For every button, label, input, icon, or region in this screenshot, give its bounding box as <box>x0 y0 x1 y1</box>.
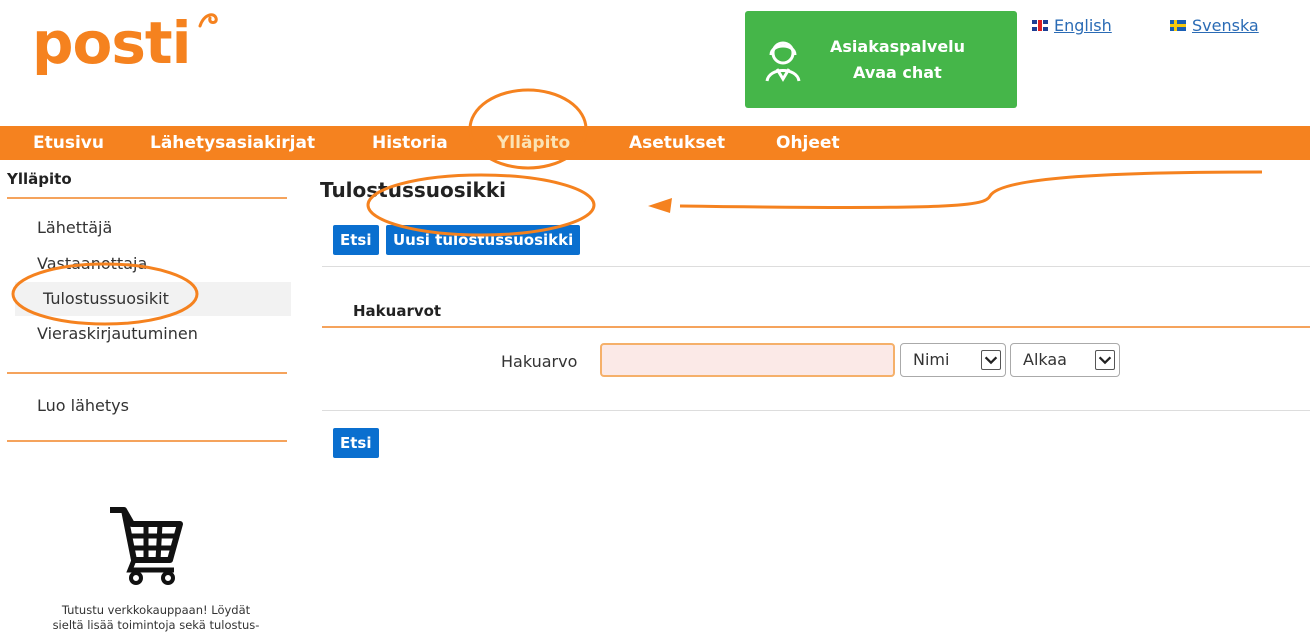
match-mode-value: Alkaa <box>1023 350 1067 369</box>
nav-item-yllapito[interactable]: Ylläpito <box>497 126 570 160</box>
headset-icon <box>765 41 801 82</box>
sidebar-divider <box>7 440 287 442</box>
sidebar-title: Ylläpito <box>7 170 72 188</box>
content-divider <box>322 266 1310 267</box>
posti-logo[interactable]: posti <box>32 12 191 74</box>
chevron-down-icon <box>981 350 1001 370</box>
webshop-promo-text: Tutustu verkkokauppaan! Löydät sieltä li… <box>22 603 290 633</box>
language-swedish[interactable]: Svenska <box>1170 16 1259 35</box>
shopping-cart-icon[interactable] <box>108 504 186 586</box>
nav-item-asetukset[interactable]: Asetukset <box>629 126 725 160</box>
language-english[interactable]: English <box>1032 16 1112 35</box>
chevron-down-icon <box>1095 350 1115 370</box>
new-print-favorite-button[interactable]: Uusi tulostussuosikki <box>386 225 581 255</box>
page-title: Tulostussuosikki <box>320 178 506 202</box>
content-divider <box>322 410 1310 411</box>
english-link[interactable]: English <box>1054 16 1112 35</box>
nav-item-etusivu[interactable]: Etusivu <box>33 126 104 160</box>
sidebar-divider <box>7 197 287 199</box>
annotation-arrow-line <box>679 170 1263 210</box>
annotation-arrowhead-icon <box>648 198 672 213</box>
sidebar-item-tulostussuosikit[interactable]: Tulostussuosikit <box>15 282 291 316</box>
svenska-link[interactable]: Svenska <box>1192 16 1259 35</box>
search-field-select[interactable]: Nimi <box>900 343 1006 377</box>
search-value-label: Hakuarvo <box>501 352 578 371</box>
search-button[interactable]: Etsi <box>333 225 379 255</box>
sidebar-item-lahettaja[interactable]: Lähettäjä <box>37 218 112 237</box>
annotation-overlay <box>11 88 1263 326</box>
se-flag-icon <box>1170 20 1186 31</box>
sidebar-item-vastaanottaja[interactable]: Vastaanottaja <box>37 254 147 273</box>
customer-service-chat-button[interactable]: Asiakaspalvelu Avaa chat <box>745 11 1017 108</box>
chat-subtitle: Avaa chat <box>853 63 942 82</box>
section-divider <box>322 326 1310 328</box>
chat-title: Asiakaspalvelu <box>830 37 966 56</box>
nav-item-lahetysasiakirjat[interactable]: Lähetysasiakirjat <box>150 126 315 160</box>
nav-item-ohjeet[interactable]: Ohjeet <box>776 126 840 160</box>
logo-swirl-icon <box>198 13 218 28</box>
nav-item-historia[interactable]: Historia <box>372 126 448 160</box>
promo-line-2: sieltä lisää toimintoja sekä tulostus- <box>52 618 260 632</box>
sidebar-item-luo-lahetys[interactable]: Luo lähetys <box>37 396 129 415</box>
promo-line-1: Tutustu verkkokauppaan! Löydät <box>61 603 251 617</box>
sidebar-item-vieraskirjautuminen[interactable]: Vieraskirjautuminen <box>37 324 198 343</box>
section-title: Hakuarvot <box>353 302 442 320</box>
main-navigation: Etusivu Lähetysasiakirjat Historia Ylläp… <box>0 126 1310 160</box>
search-value-input[interactable] <box>600 343 895 377</box>
match-mode-select[interactable]: Alkaa <box>1010 343 1120 377</box>
bottom-search-button[interactable]: Etsi <box>333 428 379 458</box>
sidebar-divider <box>7 372 287 374</box>
gb-flag-icon <box>1032 20 1048 31</box>
search-field-value: Nimi <box>913 350 950 369</box>
